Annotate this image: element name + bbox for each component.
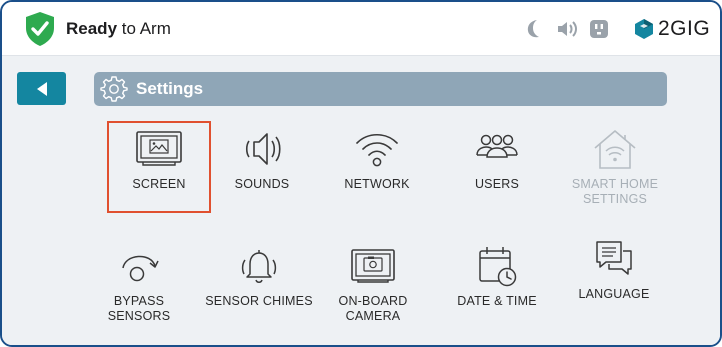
arm-status-strong: Ready	[66, 19, 118, 38]
tile-sensor-chimes[interactable]: SENSOR CHIMES	[199, 240, 319, 328]
tile-users-label: USERS	[474, 177, 520, 191]
tile-network-label: NETWORK	[344, 177, 410, 191]
panel-frame: Ready to Arm 2GIG Settings SCREEN SOUNDS…	[0, 0, 722, 347]
tile-screen-label: SCREEN	[132, 177, 186, 191]
shield-check-icon	[26, 12, 54, 46]
chat-bubbles-icon	[596, 241, 632, 275]
page-title: Settings	[136, 79, 204, 98]
tile-users[interactable]: USERS	[447, 123, 547, 211]
bell-icon	[241, 250, 277, 283]
tile-smart-home-label: SMART HOME SETTINGS	[572, 177, 658, 207]
settings-screen: Settings SCREEN SOUNDS NETWORK USERS SMA…	[2, 57, 720, 345]
tile-bypass-label-line2: SENSORS	[107, 309, 171, 323]
tile-sounds[interactable]: SOUNDS	[212, 123, 312, 211]
back-arrow-icon	[36, 81, 47, 96]
speaker-icon[interactable]	[556, 19, 578, 39]
tile-sounds-label: SOUNDS	[234, 177, 290, 191]
speaker-waves-icon	[245, 133, 281, 165]
camera-icon	[351, 249, 395, 283]
tile-date-time-label: DATE & TIME	[457, 294, 537, 308]
tile-bypass-label-line1: BYPASS	[113, 294, 165, 308]
calendar-clock-icon	[479, 247, 517, 287]
tile-camera-label-line2: CAMERA	[345, 309, 401, 323]
users-icon	[476, 134, 518, 158]
tile-sensor-chimes-label: SENSOR CHIMES	[205, 294, 313, 308]
gear-icon	[100, 76, 128, 102]
arm-status: Ready to Arm	[66, 19, 171, 39]
brand-logo: 2GIG	[634, 15, 710, 43]
tile-smart-home-label-line2: SETTINGS	[582, 192, 648, 206]
tile-camera-label: ON-BOARD CAMERA	[339, 294, 408, 324]
page-header: Settings	[94, 72, 667, 106]
outlet-icon[interactable]	[589, 19, 609, 39]
back-button[interactable]	[17, 72, 66, 105]
status-bar: Ready to Arm 2GIG	[2, 2, 720, 56]
brand-name: 2GIG	[658, 17, 711, 40]
tile-network[interactable]: NETWORK	[327, 123, 427, 211]
tile-camera-label-line1: ON-BOARD	[338, 294, 408, 308]
smart-home-icon	[594, 130, 636, 169]
wifi-icon	[356, 133, 398, 167]
tile-bypass-label: BYPASS SENSORS	[108, 294, 171, 324]
tile-language[interactable]: LANGUAGE	[564, 233, 664, 321]
moon-icon[interactable]	[525, 19, 543, 39]
tile-screen[interactable]: SCREEN	[107, 121, 211, 213]
tile-smart-home-settings[interactable]: SMART HOME SETTINGS	[565, 123, 665, 211]
tile-language-label: LANGUAGE	[578, 287, 650, 301]
tile-smart-home-label-line1: SMART HOME	[571, 177, 659, 191]
arm-status-rest: to Arm	[117, 19, 171, 38]
brand-mark-icon	[635, 19, 653, 39]
tile-bypass-sensors[interactable]: BYPASS SENSORS	[89, 240, 189, 328]
tile-on-board-camera[interactable]: ON-BOARD CAMERA	[323, 240, 423, 328]
tile-date-time[interactable]: DATE & TIME	[447, 240, 547, 328]
screen-icon	[136, 131, 182, 166]
bypass-icon	[122, 255, 159, 282]
